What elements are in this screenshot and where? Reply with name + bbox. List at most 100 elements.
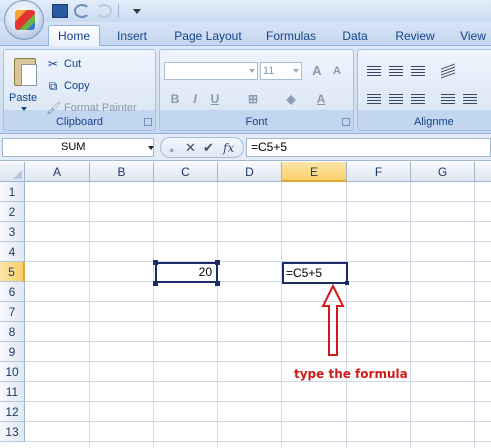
ribbon: Paste ✂ Cut ⧉ Copy 🖌 Format Painter Clip…: [0, 46, 491, 134]
gridline: [25, 281, 491, 282]
gridline: [25, 441, 491, 442]
row-header-5[interactable]: 5: [0, 262, 25, 282]
row-header-11[interactable]: 11: [0, 382, 25, 402]
font-color-button[interactable]: A: [312, 90, 330, 108]
gridline: [25, 221, 491, 222]
gridline: [25, 421, 491, 422]
quick-access-toolbar: [52, 2, 141, 20]
tab-data[interactable]: Data: [338, 26, 372, 46]
column-header-g[interactable]: G: [411, 162, 475, 182]
align-center-icon[interactable]: [386, 90, 406, 108]
font-size-combobox[interactable]: 11: [260, 62, 302, 80]
fill-color-icon[interactable]: ◈: [282, 90, 300, 108]
tab-review[interactable]: Review: [392, 26, 438, 46]
font-size-value: 11: [263, 65, 275, 77]
row-header-3[interactable]: 3: [0, 222, 25, 242]
office-button[interactable]: [4, 0, 44, 40]
row-header-9[interactable]: 9: [0, 342, 25, 362]
font-name-chevron-down-icon[interactable]: [249, 69, 255, 73]
name-box-chevron-down-icon[interactable]: [148, 146, 154, 150]
clipboard-group: Paste ✂ Cut ⧉ Copy 🖌 Format Painter Clip…: [3, 49, 156, 131]
align-left-icon[interactable]: [364, 90, 384, 108]
customize-qat-chevron-down-icon[interactable]: [133, 8, 141, 14]
qat-separator: [118, 4, 119, 18]
bold-button[interactable]: B: [166, 90, 184, 108]
paintbrush-icon: 🖌: [46, 101, 62, 115]
underline-button[interactable]: U: [206, 90, 224, 108]
top-align-icon[interactable]: [364, 62, 384, 80]
range-handle[interactable]: [215, 260, 220, 265]
copy-icon: ⧉: [48, 79, 58, 93]
scissors-icon: ✂: [47, 57, 59, 71]
tab-formulas[interactable]: Formulas: [262, 26, 320, 46]
title-bar: [0, 0, 491, 22]
tab-insert[interactable]: Insert: [110, 26, 154, 46]
gridline: [25, 301, 491, 302]
worksheet-grid[interactable]: A B C D E F G 1 2 3 4 5 6 7 8 9 10 11 12…: [0, 162, 491, 448]
gridline: [25, 201, 491, 202]
gridline: [25, 361, 491, 362]
middle-align-icon[interactable]: [386, 62, 406, 80]
column-header-d[interactable]: D: [218, 162, 282, 182]
annotation-arrow-icon: [321, 283, 345, 356]
undo-icon[interactable]: [74, 4, 90, 18]
paste-icon[interactable]: [12, 56, 38, 86]
copy-label: Copy: [64, 80, 90, 92]
insert-function-fx-icon[interactable]: fx: [223, 140, 234, 156]
range-handle[interactable]: [153, 281, 158, 286]
font-dialog-launcher-icon[interactable]: [342, 118, 350, 126]
row-header-7[interactable]: 7: [0, 302, 25, 322]
shrink-font-button[interactable]: A: [328, 62, 346, 80]
redo-icon[interactable]: [96, 4, 112, 18]
save-icon[interactable]: [52, 4, 68, 18]
row-header-2[interactable]: 2: [0, 202, 25, 222]
font-size-chevron-down-icon[interactable]: [293, 69, 299, 73]
cancel-x-icon[interactable]: ✕: [185, 140, 196, 156]
range-handle[interactable]: [215, 281, 220, 286]
increase-indent-icon[interactable]: [460, 90, 480, 108]
formula-input[interactable]: =C5+5: [246, 138, 491, 157]
column-header-c[interactable]: C: [154, 162, 218, 182]
italic-button[interactable]: I: [186, 90, 204, 108]
bottom-align-icon[interactable]: [408, 62, 428, 80]
column-header-f[interactable]: F: [347, 162, 411, 182]
column-header-partial[interactable]: [475, 162, 491, 182]
cut-button[interactable]: ✂ Cut: [46, 55, 81, 73]
column-header-a[interactable]: A: [25, 162, 90, 182]
grow-font-button[interactable]: A: [308, 62, 326, 80]
grip-icon: ●: [169, 145, 175, 155]
font-name-combobox[interactable]: [164, 62, 258, 80]
row-header-10[interactable]: 10: [0, 362, 25, 382]
select-all-button[interactable]: [0, 162, 25, 182]
paste-chevron-down-icon[interactable]: [21, 107, 27, 111]
alignment-group: Alignme: [357, 49, 491, 131]
clipboard-dialog-launcher-icon[interactable]: [144, 118, 152, 126]
gridline: [25, 241, 491, 242]
row-header-13[interactable]: 13: [0, 422, 25, 442]
row-header-8[interactable]: 8: [0, 322, 25, 342]
copy-button[interactable]: ⧉ Copy: [46, 77, 90, 95]
gridline: [25, 381, 491, 382]
row-header-4[interactable]: 4: [0, 242, 25, 262]
format-painter-button[interactable]: 🖌 Format Painter: [46, 99, 137, 117]
enter-check-icon[interactable]: ✔: [203, 140, 214, 156]
range-handle[interactable]: [153, 260, 158, 265]
tab-page-layout[interactable]: Page Layout: [170, 26, 246, 46]
tab-home[interactable]: Home: [48, 25, 100, 47]
column-header-b[interactable]: B: [90, 162, 154, 182]
borders-icon[interactable]: ⊞: [244, 90, 262, 108]
cell-c5[interactable]: 20: [155, 262, 218, 283]
orientation-icon[interactable]: [438, 62, 458, 80]
row-header-12[interactable]: 12: [0, 402, 25, 422]
row-header-1[interactable]: 1: [0, 182, 25, 202]
font-group: 11 A A B I U ⊞ ◈ A Font: [159, 49, 354, 131]
row-header-6[interactable]: 6: [0, 282, 25, 302]
paste-button[interactable]: Paste: [9, 92, 37, 104]
cut-label: Cut: [64, 58, 82, 70]
gridline: [25, 341, 491, 342]
align-right-icon[interactable]: [408, 90, 428, 108]
name-box[interactable]: SUM: [2, 138, 154, 157]
tab-view[interactable]: View: [456, 26, 490, 46]
ribbon-tabs: Home Insert Page Layout Formulas Data Re…: [0, 22, 491, 47]
decrease-indent-icon[interactable]: [438, 90, 458, 108]
